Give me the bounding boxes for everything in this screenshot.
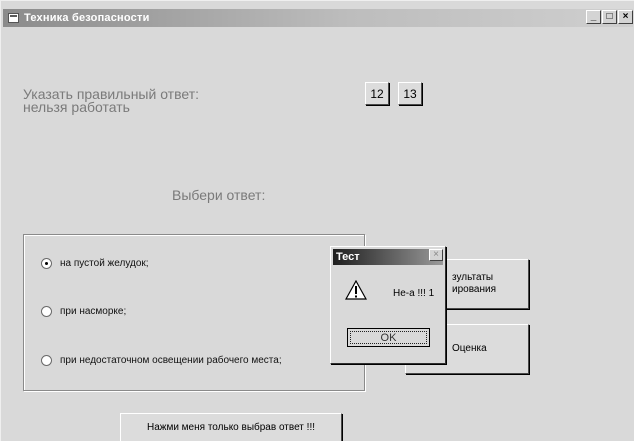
dialog-title: Тест bbox=[333, 249, 443, 265]
maximize-button[interactable]: □ bbox=[602, 10, 617, 24]
ok-label: OK bbox=[380, 331, 397, 344]
option-2[interactable]: при насморке; bbox=[41, 306, 126, 317]
option-1-label: на пустой желудок; bbox=[60, 258, 149, 269]
radio-option-1[interactable] bbox=[41, 258, 52, 269]
main-window: Техника безопасности _ □ × Указать прави… bbox=[0, 0, 634, 441]
dialog-message: Не-а !!! 1 bbox=[393, 288, 435, 299]
radio-option-2[interactable] bbox=[41, 306, 52, 317]
prompt-line-2: нельзя работать bbox=[23, 99, 130, 115]
option-3-label: при недостаточном освещении рабочего мес… bbox=[60, 355, 282, 366]
minimize-button[interactable]: _ bbox=[586, 10, 601, 24]
app-icon[interactable] bbox=[8, 13, 19, 23]
option-1[interactable]: на пустой желудок; bbox=[41, 258, 149, 269]
message-dialog: Тест × Не-а !!! 1 OK bbox=[330, 246, 446, 364]
option-3[interactable]: при недостаточном освещении рабочего мес… bbox=[41, 355, 282, 366]
dialog-close-button[interactable]: × bbox=[429, 249, 443, 261]
window-title: Техника безопасности bbox=[24, 12, 150, 24]
results-line-1: зультаты bbox=[452, 272, 494, 283]
option-2-label: при насморке; bbox=[60, 306, 127, 317]
warning-icon bbox=[345, 280, 367, 300]
question-12-button[interactable]: 12 bbox=[365, 82, 389, 105]
title-bar: Техника безопасности _ □ × bbox=[3, 9, 633, 27]
question-13-button[interactable]: 13 bbox=[398, 82, 422, 105]
window-controls: _ □ × bbox=[586, 10, 633, 24]
radio-option-3[interactable] bbox=[41, 355, 52, 366]
choose-answer-label: Выбери ответ: bbox=[172, 187, 266, 203]
submit-answer-button[interactable]: Нажми меня только выбрав ответ !!! bbox=[120, 413, 342, 441]
close-button[interactable]: × bbox=[618, 10, 633, 24]
ok-button[interactable]: OK bbox=[347, 328, 430, 347]
results-line-2: ирования bbox=[452, 284, 496, 295]
